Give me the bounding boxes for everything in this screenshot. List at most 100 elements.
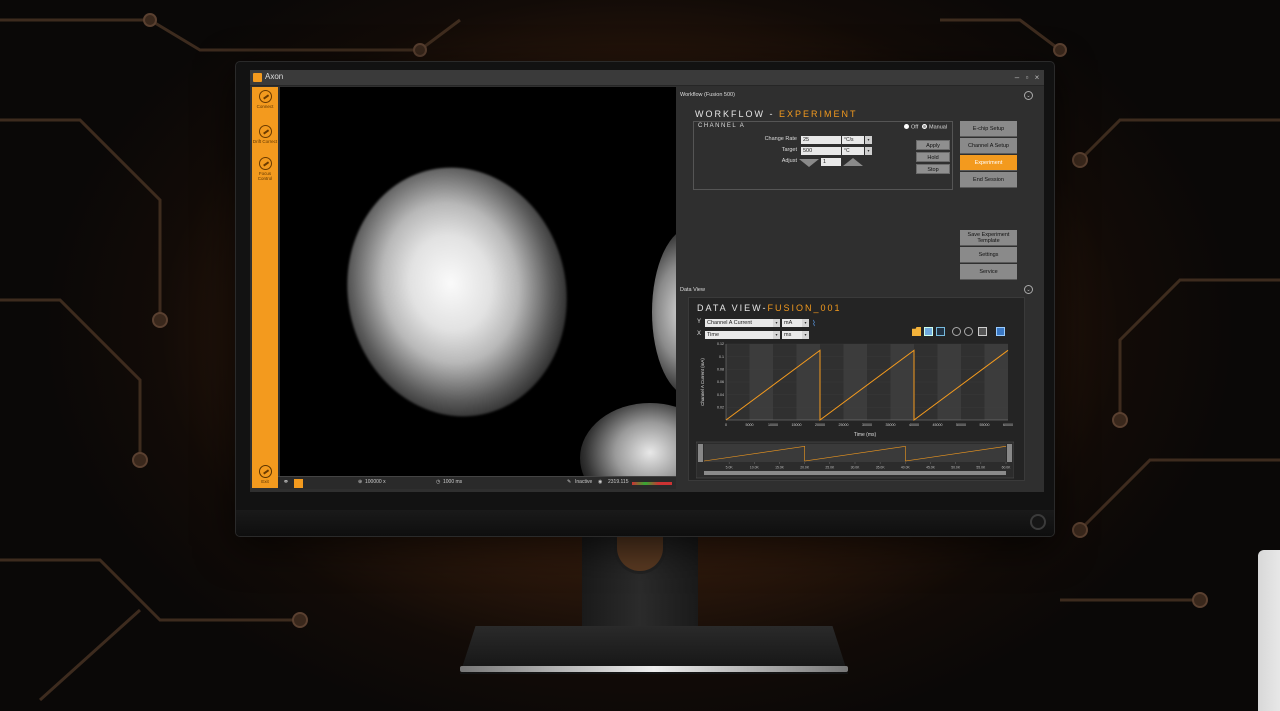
particle-image-bottom — [580, 403, 676, 476]
sidebar-item-exit[interactable]: Exit — [252, 465, 278, 484]
current-time-chart[interactable]: 0 5000 10000 15000 20000 25000 30000 35000 40000… — [696, 340, 1014, 438]
app-logo — [253, 73, 262, 82]
navigator-tick-label: 15.0K — [775, 466, 785, 470]
scene: Axon – ▫ × Connect Drift Correct Focus C… — [0, 0, 1280, 711]
settings-button[interactable]: Settings — [960, 247, 1017, 263]
navigator-tick-label: 30.0K — [851, 466, 861, 470]
sidebar-item-focus-control[interactable]: Focus Control — [252, 157, 278, 181]
navigator-tick-label: 25.0K — [825, 466, 835, 470]
chart-y-tick-label: 0.12 — [717, 342, 724, 346]
export-image-icon[interactable] — [978, 327, 987, 336]
change-rate-unit[interactable]: °C/s — [842, 136, 864, 144]
pen-icon: ✎ — [567, 479, 572, 485]
navigator-tick-label: 35.0K — [876, 466, 886, 470]
save-experiment-template-button[interactable]: Save Experiment Template — [960, 230, 1017, 246]
chart-x-tick-label: 25000 — [839, 423, 849, 427]
chart-y-tick-label: 0.02 — [717, 406, 724, 410]
y-unit-select[interactable]: mA — [782, 319, 802, 327]
y-axis-label: Y — [697, 319, 702, 325]
image-viewer[interactable] — [280, 87, 676, 476]
x-unit-chevron-down-icon[interactable]: ▾ — [802, 331, 809, 339]
chart-x-tick-label: 0 — [725, 423, 727, 427]
change-rate-spinner-icon[interactable]: ▾ — [865, 136, 872, 144]
sidebar-item-drift-correct[interactable]: Drift Correct — [252, 125, 278, 144]
x-axis-select[interactable]: Time — [705, 331, 779, 339]
y-axis-select[interactable]: Channel A Current — [705, 319, 779, 327]
clock-icon: ◷ — [436, 479, 441, 485]
magnification-icon: ⊕ — [358, 479, 363, 485]
title-bar: Axon – ▫ × — [250, 70, 1044, 86]
device-corner — [1258, 550, 1280, 711]
sidebar-item-connect[interactable]: Connect — [252, 90, 278, 109]
step-channel-a-setup-button[interactable]: Channel A Setup — [960, 138, 1017, 154]
overlay-toggle-icon[interactable] — [294, 479, 303, 488]
settings-chart-icon[interactable] — [996, 327, 1005, 336]
navigator-tick-label: 50.0K — [951, 466, 961, 470]
focus-control-icon — [258, 157, 272, 170]
chart-navigator[interactable]: 5.0K 10.0K 15.0K 20.0K 25.0K 30.0K 35.0K 40.0K 4… — [696, 440, 1014, 480]
data-view-collapse-icon[interactable]: ⌄ — [1024, 285, 1033, 294]
zoom-out-icon[interactable] — [964, 327, 973, 336]
save-icon[interactable] — [924, 327, 933, 336]
target-unit[interactable]: °C — [842, 147, 864, 155]
apply-button[interactable]: Apply — [916, 140, 950, 150]
workflow-panel-title: Workflow (Fusion 500) — [680, 92, 735, 98]
mode-off-radio[interactable]: Off — [904, 124, 918, 131]
power-button[interactable] — [1030, 514, 1046, 530]
adjust-increase-icon[interactable] — [843, 158, 863, 166]
x-unit-select[interactable]: ms — [782, 331, 802, 339]
target-spinner-icon[interactable]: ▾ — [865, 147, 872, 155]
data-view-heading: DATA VIEW-FUSION_001 — [697, 303, 842, 313]
mode-manual-radio[interactable]: Manual — [922, 124, 947, 131]
readout-value: 2319.115 — [608, 479, 629, 485]
link-icon[interactable]: ⚭ — [283, 478, 289, 486]
maximize-icon[interactable]: ▫ — [1022, 72, 1032, 83]
chart-x-axis-title: Time (ms) — [854, 432, 877, 438]
x-axis-label: X — [697, 331, 702, 337]
eye-icon: ◉ — [598, 479, 603, 485]
y-select-chevron-down-icon[interactable]: ▾ — [773, 319, 780, 327]
navigator-tick-label: 55.0K — [976, 466, 986, 470]
chart-x-tick-label: 40000 — [909, 423, 919, 427]
step-end-session-button[interactable]: End Session — [960, 172, 1017, 188]
navigator-right-handle[interactable] — [1007, 444, 1012, 462]
app-title: Axon — [265, 72, 284, 81]
navigator-left-handle[interactable] — [698, 444, 703, 462]
minimize-icon[interactable]: – — [1012, 72, 1022, 83]
stop-button[interactable]: Stop — [916, 164, 950, 174]
step-experiment-button[interactable]: Experiment — [960, 155, 1017, 171]
service-button[interactable]: Service — [960, 264, 1017, 280]
chart-x-tick-label: 20000 — [815, 423, 825, 427]
chart-y-tick-label: 0.1 — [719, 355, 724, 359]
adjust-input[interactable]: 1 — [821, 158, 841, 166]
app-window: Axon – ▫ × Connect Drift Correct Focus C… — [250, 70, 1044, 492]
target-label: Target — [781, 147, 797, 153]
chart-y-tick-label: 0.06 — [717, 380, 724, 384]
hold-button[interactable]: Hold — [916, 152, 950, 162]
navigator-tick-label: 10.0K — [750, 466, 760, 470]
chart-x-tick-label: 50000 — [956, 423, 966, 427]
chart-y-axis-title: Channel A Current (mA) — [700, 358, 705, 406]
signal-meter — [632, 482, 672, 485]
change-rate-input[interactable]: 25 — [801, 136, 841, 144]
target-input[interactable]: 500 — [801, 147, 841, 155]
chart-x-tick-label: 55000 — [980, 423, 990, 427]
adjust-decrease-icon[interactable] — [799, 159, 819, 167]
x-select-chevron-down-icon[interactable]: ▾ — [773, 331, 780, 339]
chart-x-tick-label: 45000 — [933, 423, 943, 427]
workflow-collapse-icon[interactable]: ⌄ — [1024, 91, 1033, 100]
navigator-scroll-thumb[interactable] — [704, 471, 1006, 475]
radio-off-icon — [904, 124, 909, 129]
chart-x-tick-label: 35000 — [886, 423, 896, 427]
channel-a-box: CHANNEL A Off Manual Change Rate 25 °C/s… — [693, 121, 953, 190]
window-icon[interactable] — [936, 327, 945, 336]
close-icon[interactable]: × — [1032, 72, 1042, 83]
zoom-in-icon[interactable] — [952, 327, 961, 336]
step-echip-setup-button[interactable]: E-chip Setup — [960, 121, 1017, 137]
y-unit-chevron-down-icon[interactable]: ▾ — [802, 319, 809, 327]
trend-icon[interactable]: ⌇ — [812, 319, 816, 328]
adjust-label: Adjust — [781, 158, 797, 164]
chart-y-tick-label: 0.04 — [717, 393, 724, 397]
particle-image-right — [652, 227, 676, 397]
magnification-value: 100000 x — [365, 479, 386, 485]
